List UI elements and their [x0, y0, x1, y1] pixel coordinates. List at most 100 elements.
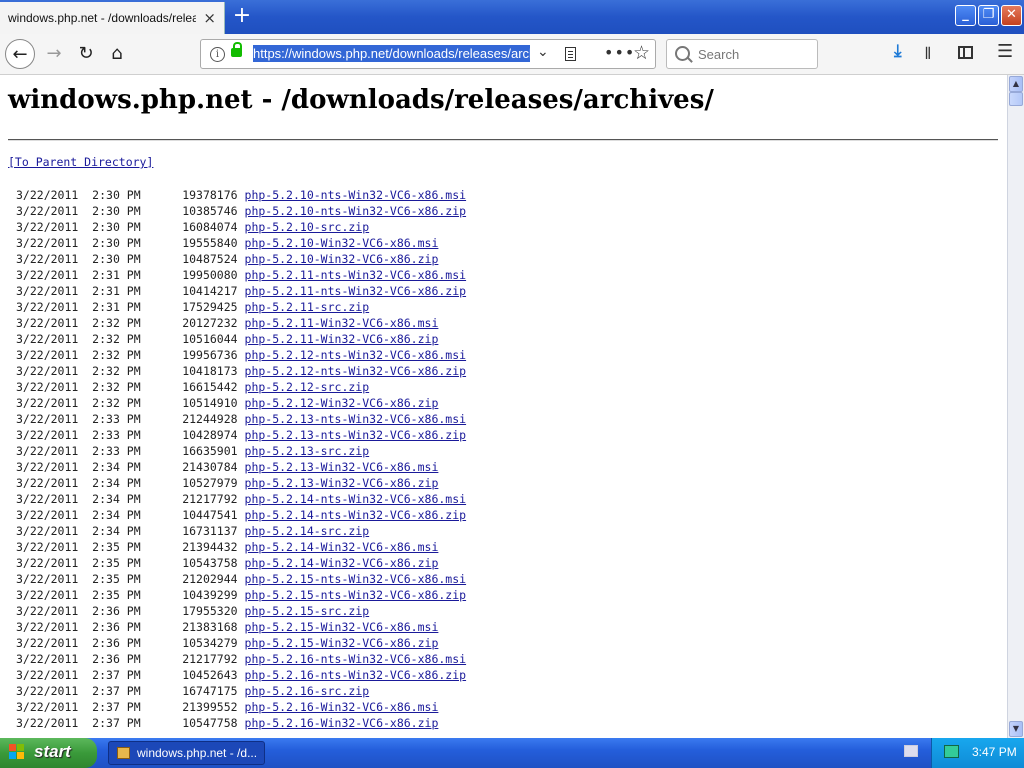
file-link[interactable]: php-5.2.14-Win32-VC6-x86.msi [245, 540, 439, 554]
file-link[interactable]: php-5.2.10-src.zip [245, 220, 370, 234]
home-button[interactable]: ⌂ [102, 39, 132, 69]
list-item: 3/22/2011 2:32 PM 16615442 php-5.2.12-sr… [16, 379, 466, 395]
file-size: 10527979 [182, 476, 238, 490]
file-size: 10514910 [182, 396, 238, 410]
close-window-button[interactable]: ✕ [1001, 5, 1022, 26]
file-link[interactable]: php-5.2.16-src.zip [245, 684, 370, 698]
file-date: 3/22/2011 [16, 684, 79, 698]
file-time: 2:32 PM [92, 348, 141, 362]
back-button[interactable]: ← [5, 39, 35, 69]
new-tab-button[interactable]: + [231, 3, 253, 29]
file-size: 10547758 [182, 716, 238, 730]
list-item: 3/22/2011 2:36 PM 17955320 php-5.2.15-sr… [16, 603, 466, 619]
file-date: 3/22/2011 [16, 460, 79, 474]
vertical-scrollbar[interactable]: ▲ ▼ [1007, 75, 1024, 738]
chevron-down-icon[interactable]: ⌄ [537, 44, 549, 60]
file-link[interactable]: php-5.2.16-Win32-VC6-x86.msi [245, 700, 439, 714]
file-link[interactable]: php-5.2.14-nts-Win32-VC6-x86.msi [245, 492, 467, 506]
navigation-toolbar: ← → ↻ ⌂ i https://windows.php.net/downlo… [0, 34, 1024, 75]
list-item: 3/22/2011 2:37 PM 21399552 php-5.2.16-Wi… [16, 699, 466, 715]
file-date: 3/22/2011 [16, 348, 79, 362]
scroll-up-button[interactable]: ▲ [1009, 76, 1023, 92]
file-size: 10439299 [182, 588, 238, 602]
file-link[interactable]: php-5.2.14-Win32-VC6-x86.zip [245, 556, 439, 570]
file-link[interactable]: php-5.2.10-nts-Win32-VC6-x86.zip [245, 204, 467, 218]
search-input[interactable]: Search [666, 39, 818, 69]
file-link[interactable]: php-5.2.10-Win32-VC6-x86.msi [245, 236, 439, 250]
file-date: 3/22/2011 [16, 380, 79, 394]
file-link[interactable]: php-5.2.15-nts-Win32-VC6-x86.msi [245, 572, 467, 586]
file-date: 3/22/2011 [16, 668, 79, 682]
file-link[interactable]: php-5.2.12-nts-Win32-VC6-x86.msi [245, 348, 467, 362]
page-actions-icon[interactable]: ••• [604, 43, 635, 62]
file-link[interactable]: php-5.2.11-Win32-VC6-x86.msi [245, 316, 439, 330]
file-link[interactable]: php-5.2.13-Win32-VC6-x86.zip [245, 476, 439, 490]
bookmark-star-icon[interactable]: ☆ [633, 42, 650, 64]
scroll-thumb[interactable] [1009, 92, 1023, 106]
reload-button[interactable]: ↻ [71, 39, 101, 69]
file-link[interactable]: php-5.2.11-Win32-VC6-x86.zip [245, 332, 439, 346]
list-item: 3/22/2011 2:37 PM 10452643 php-5.2.16-nt… [16, 667, 466, 683]
file-date: 3/22/2011 [16, 284, 79, 298]
file-time: 2:34 PM [92, 476, 141, 490]
file-link[interactable]: php-5.2.15-Win32-VC6-x86.zip [245, 636, 439, 650]
minimize-button[interactable]: _ [955, 5, 976, 26]
file-date: 3/22/2011 [16, 604, 79, 618]
file-link[interactable]: php-5.2.12-src.zip [245, 380, 370, 394]
file-date: 3/22/2011 [16, 540, 79, 554]
file-link[interactable]: php-5.2.13-nts-Win32-VC6-x86.msi [245, 412, 467, 426]
file-size: 10516044 [182, 332, 238, 346]
network-icon[interactable] [944, 745, 959, 758]
list-item: 3/22/2011 2:36 PM 21383168 php-5.2.15-Wi… [16, 619, 466, 635]
start-button[interactable]: start [0, 738, 97, 768]
file-size: 16615442 [182, 380, 238, 394]
search-placeholder: Search [698, 47, 740, 62]
taskbar-window-button[interactable]: windows.php.net - /d... [108, 741, 265, 765]
file-link[interactable]: php-5.2.13-Win32-VC6-x86.msi [245, 460, 439, 474]
downloads-icon[interactable]: ⤓ [894, 41, 902, 61]
file-date: 3/22/2011 [16, 572, 79, 586]
file-link[interactable]: php-5.2.16-nts-Win32-VC6-x86.msi [245, 652, 467, 666]
library-icon[interactable]: 𝍪 [925, 41, 931, 70]
list-item: 3/22/2011 2:33 PM 21244928 php-5.2.13-nt… [16, 411, 466, 427]
file-link[interactable]: php-5.2.11-src.zip [245, 300, 370, 314]
browser-tab[interactable]: windows.php.net - /downloads/releases/ar… [0, 2, 225, 34]
parent-directory-link[interactable]: [To Parent Directory] [8, 155, 153, 169]
maximize-button[interactable]: ❐ [978, 5, 999, 26]
clock[interactable]: 3:47 PM [972, 745, 1017, 759]
url-text[interactable]: https://windows.php.net/downloads/releas… [253, 45, 530, 62]
file-date: 3/22/2011 [16, 220, 79, 234]
file-link[interactable]: php-5.2.15-Win32-VC6-x86.msi [245, 620, 439, 634]
file-link[interactable]: php-5.2.16-Win32-VC6-x86.zip [245, 716, 439, 730]
file-link[interactable]: php-5.2.10-Win32-VC6-x86.zip [245, 252, 439, 266]
file-link[interactable]: php-5.2.15-src.zip [245, 604, 370, 618]
file-size: 20127232 [182, 316, 238, 330]
file-link[interactable]: php-5.2.15-nts-Win32-VC6-x86.zip [245, 588, 467, 602]
file-listing: 3/22/2011 2:30 PM 19378176 php-5.2.10-nt… [16, 187, 466, 731]
hamburger-menu-icon[interactable]: ☰ [997, 41, 1013, 62]
file-time: 2:36 PM [92, 604, 141, 618]
file-link[interactable]: php-5.2.12-Win32-VC6-x86.zip [245, 396, 439, 410]
file-time: 2:30 PM [92, 252, 141, 266]
file-time: 2:31 PM [92, 268, 141, 282]
keyboard-icon[interactable] [904, 745, 918, 757]
file-link[interactable]: php-5.2.12-nts-Win32-VC6-x86.zip [245, 364, 467, 378]
site-info-icon[interactable]: i [210, 47, 225, 62]
list-item: 3/22/2011 2:30 PM 19378176 php-5.2.10-nt… [16, 187, 466, 203]
file-link[interactable]: php-5.2.13-src.zip [245, 444, 370, 458]
forward-button[interactable]: → [39, 39, 69, 69]
file-link[interactable]: php-5.2.16-nts-Win32-VC6-x86.zip [245, 668, 467, 682]
file-link[interactable]: php-5.2.14-nts-Win32-VC6-x86.zip [245, 508, 467, 522]
file-link[interactable]: php-5.2.13-nts-Win32-VC6-x86.zip [245, 428, 467, 442]
sidebar-toggle-icon[interactable] [958, 46, 973, 59]
lock-icon[interactable] [231, 42, 242, 57]
file-link[interactable]: php-5.2.10-nts-Win32-VC6-x86.msi [245, 188, 467, 202]
file-link[interactable]: php-5.2.11-nts-Win32-VC6-x86.msi [245, 268, 467, 282]
scroll-down-button[interactable]: ▼ [1009, 721, 1023, 737]
url-bar[interactable]: i https://windows.php.net/downloads/rele… [200, 39, 656, 69]
close-tab-icon[interactable]: × [203, 9, 216, 27]
file-date: 3/22/2011 [16, 492, 79, 506]
file-link[interactable]: php-5.2.14-src.zip [245, 524, 370, 538]
reader-view-icon[interactable] [565, 47, 576, 61]
file-link[interactable]: php-5.2.11-nts-Win32-VC6-x86.zip [245, 284, 467, 298]
